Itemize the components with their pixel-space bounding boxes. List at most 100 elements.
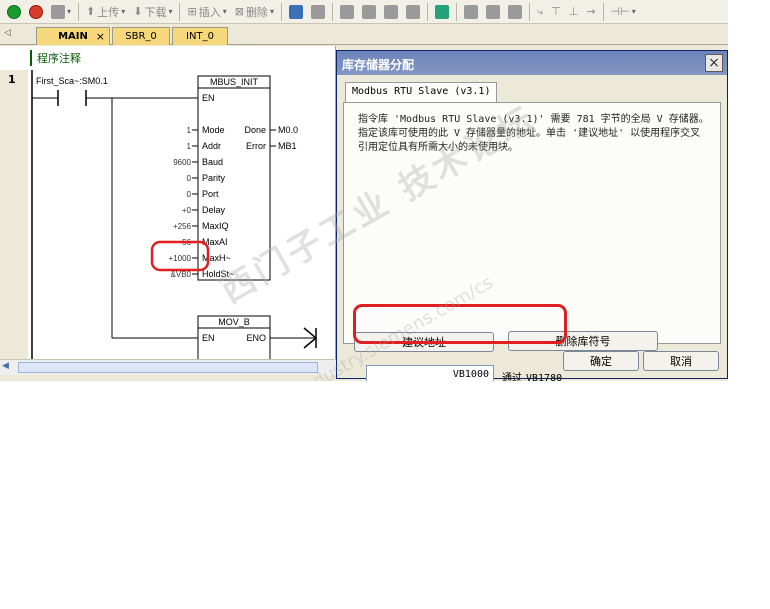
line-up-icon: ⊥ [568, 5, 579, 18]
tab-scroll-left-icon[interactable]: ◁ [4, 28, 11, 38]
lock-icon [463, 4, 478, 19]
upload-label: 上传 [97, 5, 120, 19]
compile-button[interactable]: ▾ [48, 2, 74, 22]
chevron-down-icon: ▾ [121, 7, 126, 16]
ok-button[interactable]: 确定 [563, 351, 639, 371]
line-down-icon: ⊤ [551, 5, 561, 18]
unlock-icon [485, 4, 500, 19]
mov-b-en: EN [202, 333, 215, 343]
start-address-input[interactable]: VB1000 [366, 365, 494, 381]
toolbar-divider [528, 2, 530, 21]
download-arrow-icon: ⬇ [133, 5, 143, 18]
pin-value[interactable]: 1 [187, 126, 192, 135]
contact-label: First_Sca~:SM0.1 [36, 76, 108, 86]
forward-button[interactable] [381, 2, 401, 22]
download-label: 下载 [144, 5, 167, 19]
branch-icon: ⤷ [536, 4, 544, 18]
pin-name: MaxH~ [202, 253, 231, 263]
library-memory-dialog: 库存储器分配 × Modbus RTU Slave (v3.1) 指令库 'Mo… [336, 50, 728, 381]
go-button[interactable] [432, 2, 452, 22]
network-icon [288, 4, 303, 19]
toolbar-divider [331, 2, 333, 21]
download-button[interactable]: ⬇ 下载 ▾ [130, 2, 175, 22]
pin-value[interactable]: M0.0 [278, 125, 298, 135]
timer-icon [405, 4, 420, 19]
timer-button[interactable] [403, 2, 423, 22]
pin-value[interactable]: +0 [182, 206, 192, 215]
pin-value[interactable]: MB1 [278, 141, 297, 151]
bookmark-button[interactable] [505, 2, 525, 22]
end-address: VB1780 [526, 373, 563, 381]
chevron-down-icon: ▾ [168, 7, 173, 16]
tab-main[interactable]: MAIN × [36, 27, 110, 45]
toolbar-divider [179, 2, 181, 21]
cancel-button[interactable]: 取消 [643, 351, 719, 371]
program-comment[interactable]: 程序注释 [30, 50, 81, 66]
delete-button[interactable]: ⊠ 删除 ▾ [232, 2, 277, 22]
tab-modbus-rtu-slave[interactable]: Modbus RTU Slave (v3.1) [345, 82, 498, 102]
pin-name: Mode [202, 125, 225, 135]
horizontal-scrollbar[interactable]: ◀ [0, 359, 336, 375]
network-gutter: 1 [0, 70, 28, 359]
toolbar-divider [602, 2, 604, 21]
upload-button[interactable]: ⬆ 上传 ▾ [83, 2, 128, 22]
pin-value[interactable]: +1000 [169, 254, 192, 263]
line-branch-button[interactable]: ⤷ [534, 2, 546, 22]
chevron-down-icon: ▾ [222, 7, 227, 16]
pin-value[interactable]: 1 [187, 142, 192, 151]
toolbar-divider [280, 2, 282, 21]
ladder-editor[interactable]: 程序注释 1 First_Sca~:SM0.1 MBUS_INIT EN 1 Mo… [0, 46, 336, 359]
highlight-address [353, 304, 567, 344]
pin-value[interactable]: &VB0 [171, 270, 192, 279]
address-range: 通过 VB1780 [502, 369, 562, 381]
dialog-title: 库存储器分配 [337, 51, 727, 75]
line-right-button[interactable]: → [583, 2, 598, 22]
pin-value[interactable]: +256 [173, 222, 192, 231]
cross-ref-icon [310, 4, 325, 19]
insert-label: 插入 [198, 5, 221, 19]
lock-button[interactable] [461, 2, 481, 22]
close-icon[interactable]: × [96, 30, 105, 43]
pin-name: Baud [202, 157, 223, 167]
mbus-init-title: MBUS_INIT [210, 77, 259, 87]
pin-value[interactable]: 0 [187, 174, 192, 183]
scrollbar-thumb[interactable] [18, 362, 318, 373]
pin-name: Port [202, 189, 219, 199]
pin-value[interactable]: 9600 [173, 158, 191, 167]
through-label: 通过 [502, 373, 522, 381]
back-icon [361, 4, 376, 19]
insert-icon: ⊞ [187, 5, 197, 18]
pin-name: Done [244, 125, 266, 135]
line-down-button[interactable]: ⊤ [548, 2, 564, 22]
close-icon[interactable]: × [705, 54, 723, 72]
unlock-button[interactable] [483, 2, 503, 22]
mov-b-eno: ENO [246, 333, 266, 343]
stop-icon [29, 4, 43, 19]
pin-value[interactable]: 0 [187, 190, 192, 199]
bookmark-icon [507, 4, 522, 19]
pin-name: Parity [202, 173, 226, 183]
rung-icon [339, 4, 354, 19]
run-icon [7, 4, 21, 19]
tab-int[interactable]: INT_0 [172, 27, 228, 45]
pin-name: MaxIQ [202, 221, 229, 231]
tab-sbr[interactable]: SBR_0 [112, 27, 170, 45]
pin-name: Error [246, 141, 266, 151]
arrow-right-icon: → [586, 5, 596, 18]
line-up-button[interactable]: ⊥ [566, 2, 582, 22]
compile-icon [51, 4, 65, 19]
rung-button[interactable] [337, 2, 357, 22]
insert-button[interactable]: ⊞ 插入 ▾ [184, 2, 229, 22]
tab-int-label: INT_0 [186, 31, 214, 42]
run-button[interactable] [4, 2, 24, 22]
back-button[interactable] [359, 2, 379, 22]
scroll-left-icon[interactable]: ◀ [2, 361, 9, 371]
cross-ref-button[interactable] [308, 2, 328, 22]
stop-button[interactable] [26, 2, 46, 22]
chevron-down-icon: ▾ [67, 7, 72, 16]
network-number: 1 [8, 73, 16, 86]
toolbar-divider [78, 2, 80, 21]
toolbar-divider [455, 2, 457, 21]
network-button[interactable] [286, 2, 306, 22]
contact-button[interactable]: ⊣⊢ ▾ [608, 2, 639, 22]
